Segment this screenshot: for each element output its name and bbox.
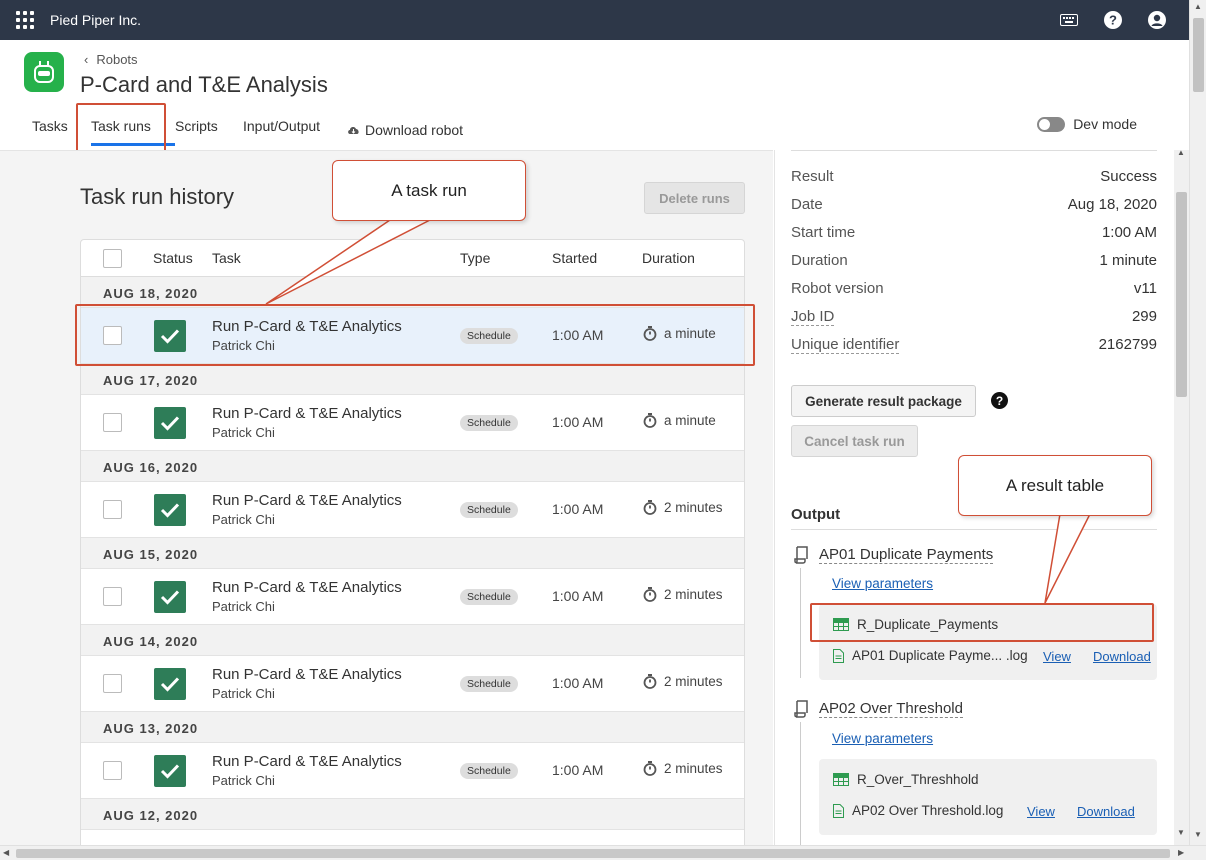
scroll-right-icon[interactable]: ▶ — [1178, 848, 1184, 857]
page-vertical-scrollbar[interactable]: ▲ ▼ — [1189, 0, 1206, 845]
page-scroll-thumb[interactable] — [1193, 18, 1204, 92]
horizontal-scroll-thumb[interactable] — [16, 849, 1170, 858]
scroll-down-icon[interactable]: ▼ — [1194, 830, 1202, 839]
details-scrollbar[interactable]: ▲ ▼ — [1174, 148, 1189, 845]
callout-pointers — [265, 219, 1092, 604]
scroll-up-icon[interactable]: ▲ — [1194, 2, 1202, 11]
scroll-left-icon[interactable]: ◀ — [3, 848, 9, 857]
scroll-up-icon[interactable]: ▲ — [1177, 148, 1185, 157]
callout-result-table: A result table — [958, 455, 1152, 516]
scroll-down-icon[interactable]: ▼ — [1177, 828, 1185, 837]
page-horizontal-scrollbar[interactable]: ◀ ▶ — [0, 845, 1206, 860]
details-scroll-thumb[interactable] — [1176, 192, 1187, 397]
callout-task-run: A task run — [332, 160, 526, 221]
